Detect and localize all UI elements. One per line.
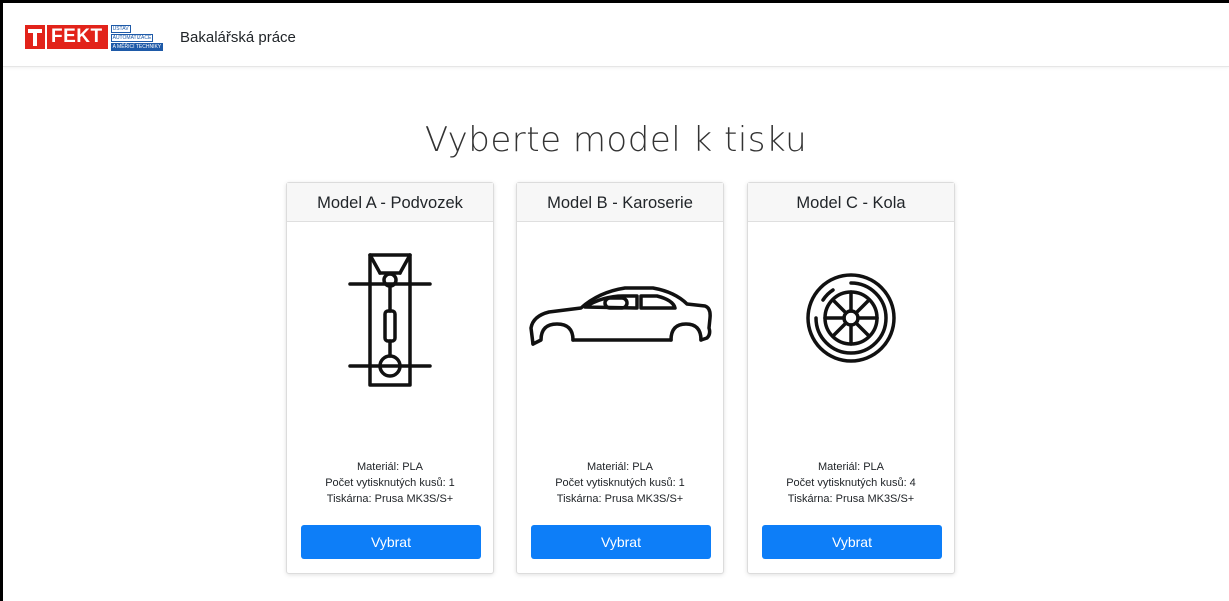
logo-line-1: ÚSTAV (110, 25, 131, 33)
card-info: Materiál: PLA Počet vytisknutých kusů: 1… (287, 459, 493, 507)
chassis-icon (287, 233, 493, 403)
navbar-title[interactable]: Bakalářská práce (180, 29, 296, 46)
app-window: FEKT ÚSTAV AUTOMATIZACE A MĚŘICÍ TECHNIK… (0, 0, 1229, 601)
fekt-t-icon (25, 25, 45, 49)
printer-text: Tiskárna: Prusa MK3S/S+ (326, 493, 454, 505)
model-card-b: Model B - Karoserie Materiál: PLA Počet … (516, 182, 724, 574)
material-text: Materiál: PLA (586, 461, 654, 473)
model-card-a: Model A - Podvozek Materiál: PLA Počet v… (286, 182, 494, 574)
model-card-c: Model C - Kola Materiál: PLA Počet vytis… (747, 182, 955, 574)
logo-line-3: A MĚŘICÍ TECHNIKY (110, 43, 164, 51)
material-text: Materiál: PLA (356, 461, 424, 473)
card-info: Materiál: PLA Počet vytisknutých kusů: 4… (748, 459, 954, 507)
logo-brand: FEKT (47, 25, 108, 49)
select-model-a-button[interactable]: Vybrat (301, 525, 481, 559)
material-text: Materiál: PLA (817, 461, 885, 473)
count-text: Počet vytisknutých kusů: 1 (555, 477, 685, 489)
printer-text: Tiskárna: Prusa MK3S/S+ (787, 493, 915, 505)
select-model-b-button[interactable]: Vybrat (531, 525, 711, 559)
card-title: Model C - Kola (748, 183, 954, 222)
printer-text: Tiskárna: Prusa MK3S/S+ (556, 493, 684, 505)
wheel-icon (748, 233, 954, 403)
select-model-c-button[interactable]: Vybrat (762, 525, 942, 559)
count-text: Počet vytisknutých kusů: 1 (325, 477, 455, 489)
navbar: FEKT ÚSTAV AUTOMATIZACE A MĚŘICÍ TECHNIK… (3, 3, 1229, 67)
logo-line-2: AUTOMATIZACE (110, 34, 154, 42)
card-info: Materiál: PLA Počet vytisknutých kusů: 1… (517, 459, 723, 507)
logo-institute: ÚSTAV AUTOMATIZACE A MĚŘICÍ TECHNIKY (110, 25, 164, 51)
card-title: Model B - Karoserie (517, 183, 723, 222)
page-title: Vyberte model k tisku (424, 120, 808, 160)
card-title: Model A - Podvozek (287, 183, 493, 222)
car-body-icon (517, 233, 723, 403)
fekt-logo[interactable]: FEKT ÚSTAV AUTOMATIZACE A MĚŘICÍ TECHNIK… (25, 25, 164, 51)
count-text: Počet vytisknutých kusů: 4 (786, 477, 916, 489)
